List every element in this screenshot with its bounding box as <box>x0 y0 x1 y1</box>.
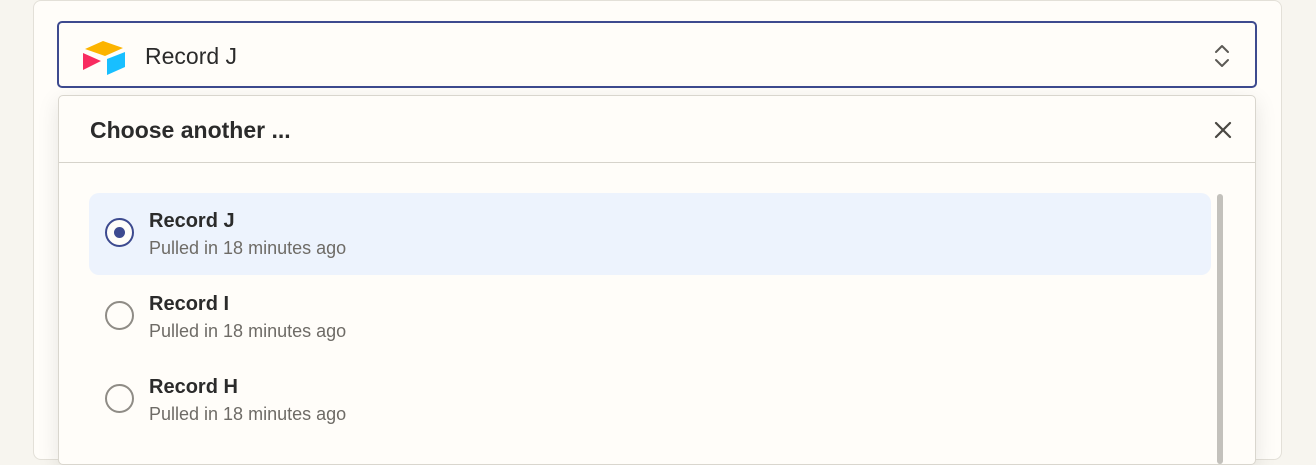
list-item[interactable]: Record H Pulled in 18 minutes ago <box>89 359 1211 441</box>
item-subtitle: Pulled in 18 minutes ago <box>149 404 347 424</box>
chevron-up-down-icon[interactable] <box>1213 42 1231 70</box>
select-value: Record J <box>145 43 238 69</box>
record-list: Record J Pulled in 18 minutes ago Record… <box>89 193 1211 442</box>
radio-selected-dot <box>113 226 125 238</box>
record-select[interactable]: Record J <box>57 21 1257 88</box>
airtable-logo-icon <box>83 41 125 75</box>
close-icon[interactable] <box>1211 118 1235 142</box>
radio-button[interactable] <box>105 384 134 413</box>
list-item[interactable]: Record I Pulled in 18 minutes ago <box>89 276 1211 358</box>
item-subtitle: Pulled in 18 minutes ago <box>149 238 347 258</box>
item-title: Record I <box>149 293 230 315</box>
item-subtitle: Pulled in 18 minutes ago <box>149 321 347 341</box>
radio-button[interactable] <box>105 218 134 247</box>
item-title: Record H <box>149 376 238 398</box>
list-item[interactable]: Record J Pulled in 18 minutes ago <box>89 193 1211 275</box>
dropdown-header: Choose another ... <box>59 96 1255 163</box>
item-title: Record J <box>149 210 235 232</box>
list-scrollbar[interactable] <box>1217 194 1223 464</box>
radio-button[interactable] <box>105 301 134 330</box>
dropdown-title: Choose another ... <box>90 117 291 143</box>
